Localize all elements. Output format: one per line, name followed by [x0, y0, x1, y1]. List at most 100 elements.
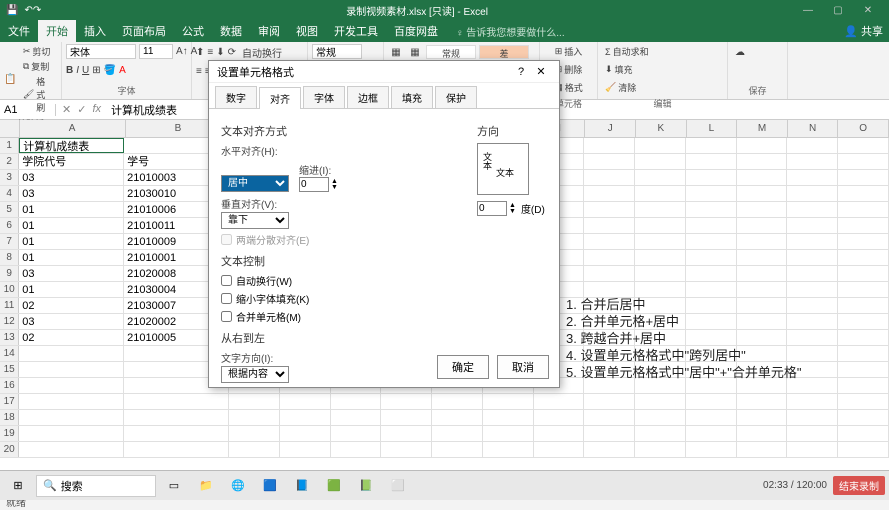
- row-header[interactable]: 6: [0, 218, 19, 233]
- cell[interactable]: [838, 426, 889, 441]
- cell[interactable]: [635, 138, 686, 153]
- row-header[interactable]: 14: [0, 346, 19, 361]
- cell[interactable]: [787, 154, 838, 169]
- row-header[interactable]: 17: [0, 394, 19, 409]
- row-header[interactable]: 7: [0, 234, 19, 249]
- cell[interactable]: [432, 410, 483, 425]
- cell[interactable]: [584, 202, 635, 217]
- row-header[interactable]: 19: [0, 426, 19, 441]
- cell[interactable]: [686, 282, 737, 297]
- cell[interactable]: [838, 378, 889, 393]
- cell[interactable]: [737, 426, 788, 441]
- cell[interactable]: [584, 138, 635, 153]
- cell[interactable]: [787, 234, 838, 249]
- cell[interactable]: [584, 250, 635, 265]
- cell[interactable]: [534, 442, 585, 457]
- size-select[interactable]: [139, 44, 173, 59]
- tell-me-input[interactable]: ♀ 告诉我您想要做什么...: [456, 24, 565, 39]
- cell[interactable]: 03: [19, 186, 124, 201]
- cell[interactable]: [483, 426, 534, 441]
- cell[interactable]: [280, 442, 331, 457]
- row-header[interactable]: 4: [0, 186, 19, 201]
- cell[interactable]: [838, 330, 889, 345]
- cell[interactable]: [635, 170, 686, 185]
- cell[interactable]: [584, 282, 635, 297]
- col-o[interactable]: O: [838, 120, 889, 137]
- cell[interactable]: [787, 250, 838, 265]
- underline-button[interactable]: U: [82, 65, 89, 76]
- cell[interactable]: [787, 170, 838, 185]
- align-left-icon[interactable]: ≡: [196, 66, 202, 77]
- cell[interactable]: [635, 282, 686, 297]
- cell[interactable]: [534, 394, 585, 409]
- cell[interactable]: [229, 426, 280, 441]
- cell[interactable]: [838, 138, 889, 153]
- qat-undo-icon[interactable]: ↶: [24, 5, 32, 16]
- menu-file[interactable]: 文件: [0, 20, 38, 42]
- cell[interactable]: [787, 186, 838, 201]
- cell[interactable]: [838, 362, 889, 377]
- autosum-button[interactable]: Σ 自动求和: [602, 44, 652, 59]
- col-a[interactable]: A: [20, 120, 126, 137]
- cell[interactable]: [686, 234, 737, 249]
- cell[interactable]: [635, 426, 686, 441]
- dlgtab-font[interactable]: 字体: [303, 86, 345, 108]
- cell[interactable]: [124, 394, 229, 409]
- cell[interactable]: [635, 266, 686, 281]
- cell[interactable]: [432, 394, 483, 409]
- number-format-select[interactable]: [312, 44, 362, 59]
- menu-home[interactable]: 开始: [38, 20, 76, 42]
- cell[interactable]: [838, 298, 889, 313]
- cell[interactable]: [635, 202, 686, 217]
- cell[interactable]: 03: [19, 314, 124, 329]
- cell[interactable]: [331, 394, 382, 409]
- deg-down-icon[interactable]: ▼: [509, 209, 516, 215]
- cell[interactable]: [331, 410, 382, 425]
- cell[interactable]: [838, 170, 889, 185]
- fill-color-icon[interactable]: 🪣: [104, 65, 116, 76]
- cell[interactable]: [838, 410, 889, 425]
- valign-select[interactable]: 靠下: [221, 212, 289, 229]
- cell[interactable]: 01: [19, 282, 124, 297]
- italic-button[interactable]: I: [76, 65, 79, 76]
- style-normal[interactable]: 常规: [426, 45, 476, 59]
- dialog-close-icon[interactable]: ✕: [531, 65, 551, 78]
- cell[interactable]: [737, 410, 788, 425]
- cell[interactable]: [737, 218, 788, 233]
- cell[interactable]: 01: [19, 218, 124, 233]
- cell[interactable]: [737, 250, 788, 265]
- cell[interactable]: [229, 410, 280, 425]
- dlgtab-fill[interactable]: 填充: [391, 86, 433, 108]
- row-header[interactable]: 9: [0, 266, 19, 281]
- cell[interactable]: [584, 394, 635, 409]
- dlgtab-protect[interactable]: 保护: [435, 86, 477, 108]
- cell[interactable]: [483, 442, 534, 457]
- cell[interactable]: [124, 410, 229, 425]
- cell[interactable]: [838, 186, 889, 201]
- cell[interactable]: [838, 282, 889, 297]
- menu-review[interactable]: 审阅: [250, 20, 288, 42]
- cell[interactable]: [19, 378, 124, 393]
- cell[interactable]: [381, 394, 432, 409]
- degree-input[interactable]: [477, 201, 507, 216]
- cell[interactable]: [381, 426, 432, 441]
- font-select[interactable]: [66, 44, 136, 59]
- row-header[interactable]: 18: [0, 410, 19, 425]
- cell[interactable]: [584, 266, 635, 281]
- cell[interactable]: [686, 170, 737, 185]
- row-header[interactable]: 11: [0, 298, 19, 313]
- fx-icon[interactable]: fx: [92, 103, 101, 116]
- table-format-icon[interactable]: ▦: [407, 44, 423, 60]
- cell[interactable]: [19, 362, 124, 377]
- cell[interactable]: 01: [19, 202, 124, 217]
- dlgtab-border[interactable]: 边框: [347, 86, 389, 108]
- cell[interactable]: [635, 394, 686, 409]
- cell[interactable]: [838, 250, 889, 265]
- cell[interactable]: [737, 154, 788, 169]
- indent-input[interactable]: [299, 177, 329, 192]
- menu-insert[interactable]: 插入: [76, 20, 114, 42]
- cell[interactable]: [432, 426, 483, 441]
- col-l[interactable]: L: [687, 120, 738, 137]
- cell[interactable]: [19, 442, 124, 457]
- select-all-corner[interactable]: [0, 120, 20, 137]
